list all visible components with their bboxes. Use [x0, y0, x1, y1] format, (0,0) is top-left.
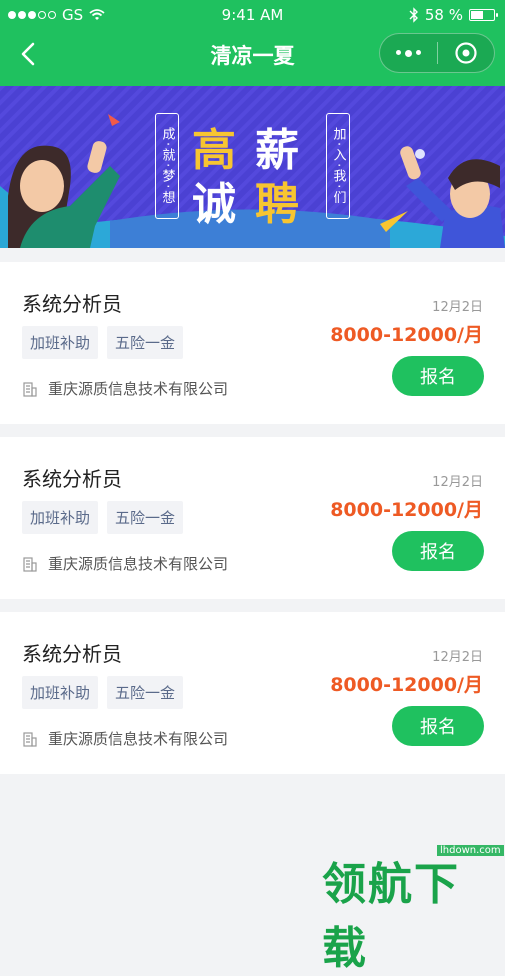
job-tag: 五险一金	[107, 676, 184, 709]
company-name: 重庆源质信息技术有限公司	[48, 555, 229, 573]
back-button[interactable]	[14, 39, 44, 69]
target-icon	[455, 42, 477, 64]
miniprogram-capsule	[379, 33, 495, 73]
job-tag: 五险一金	[107, 501, 184, 534]
job-card[interactable]: 系统分析员 加班补助 五险一金 重庆源质信息技术有限公司 12月2日 8000-…	[0, 612, 505, 774]
job-tag: 五险一金	[107, 326, 184, 359]
slogan-right: 加·入·我·们	[326, 113, 350, 219]
battery-icon	[469, 9, 498, 21]
salary: 8000-12000/月	[330, 674, 483, 696]
recruitment-banner[interactable]: 成·就·梦·想 高 薪 诚 聘 加·入·我·们	[0, 86, 505, 248]
banner-background	[0, 86, 505, 248]
job-tags: 加班补助 五险一金	[22, 501, 184, 534]
status-right: 58 %	[409, 6, 498, 24]
building-icon	[23, 556, 37, 572]
post-date: 12月2日	[432, 650, 483, 665]
salary: 8000-12000/月	[330, 499, 483, 521]
status-bar: GS 9:41 AM 58 %	[0, 0, 505, 30]
header: GS 9:41 AM 58 % 清凉一夏	[0, 0, 505, 86]
company-row: 重庆源质信息技术有限公司	[22, 553, 228, 574]
battery-percent: 58 %	[424, 6, 463, 24]
apply-button[interactable]: 报名	[392, 706, 484, 746]
battery-fill	[471, 11, 484, 19]
job-tag: 加班补助	[22, 326, 99, 359]
apply-button[interactable]: 报名	[392, 531, 484, 571]
apply-button[interactable]: 报名	[392, 356, 484, 396]
company-name: 重庆源质信息技术有限公司	[48, 730, 229, 748]
job-title: 系统分析员	[22, 292, 122, 316]
company-name: 重庆源质信息技术有限公司	[48, 380, 229, 398]
building-icon	[23, 731, 37, 747]
job-tag: 加班补助	[22, 676, 99, 709]
job-title: 系统分析员	[22, 467, 122, 491]
more-icon	[395, 49, 421, 57]
job-card[interactable]: 系统分析员 加班补助 五险一金 重庆源质信息技术有限公司 12月2日 8000-…	[0, 262, 505, 424]
salary: 8000-12000/月	[330, 324, 483, 346]
headline-char-3: 诚	[192, 179, 236, 230]
chevron-left-icon	[21, 42, 35, 66]
job-tags: 加班补助 五险一金	[22, 326, 184, 359]
company-row: 重庆源质信息技术有限公司	[22, 728, 228, 749]
more-button[interactable]	[380, 34, 437, 72]
post-date: 12月2日	[432, 300, 483, 315]
slogan-left: 成·就·梦·想	[155, 113, 179, 219]
post-date: 12月2日	[432, 475, 483, 490]
watermark-logo: 领航下载	[322, 859, 460, 974]
bluetooth-icon	[409, 7, 418, 23]
job-tag: 加班补助	[22, 501, 99, 534]
navbar: 清凉一夏	[0, 30, 505, 80]
job-title: 系统分析员	[22, 642, 122, 666]
job-card[interactable]: 系统分析员 加班补助 五险一金 重庆源质信息技术有限公司 12月2日 8000-…	[0, 437, 505, 599]
company-row: 重庆源质信息技术有限公司	[22, 378, 228, 399]
building-icon	[23, 381, 37, 397]
headline-char-4: 聘	[255, 179, 299, 230]
close-miniprogram-button[interactable]	[438, 34, 495, 72]
job-tags: 加班补助 五险一金	[22, 676, 184, 709]
